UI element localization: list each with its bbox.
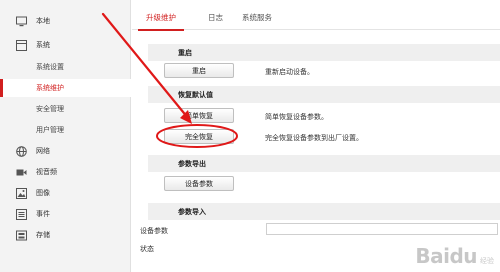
- sidebar-subitem-system-maintenance[interactable]: 系统维护: [0, 79, 131, 97]
- sidebar-subitem-label: 安全管理: [36, 105, 64, 113]
- sidebar: 本地 系统 系统设置 系统维护 安全管理 用户管理 网络 视音频 图像 事件 存…: [0, 0, 131, 272]
- watermark-text: Baidu: [415, 244, 477, 268]
- sidebar-item-label: 本地: [36, 17, 50, 25]
- monitor-icon: [16, 16, 27, 27]
- sidebar-item-label: 事件: [36, 210, 50, 218]
- watermark-sub: 经验: [480, 257, 494, 265]
- sidebar-item-storage[interactable]: 存储: [0, 226, 131, 244]
- import-status-label: 状态: [140, 245, 154, 253]
- tab-upgrade-maintenance[interactable]: 升级维护: [138, 12, 184, 31]
- sidebar-item-label: 系统: [36, 41, 50, 49]
- video-audio-icon: [16, 167, 27, 178]
- full-restore-button[interactable]: 完全恢复: [164, 129, 234, 144]
- section-import-title: 参数导入: [148, 203, 500, 220]
- import-file-input[interactable]: [266, 223, 498, 235]
- sidebar-item-local[interactable]: 本地: [0, 12, 131, 30]
- sidebar-subitem-user-management[interactable]: 用户管理: [0, 121, 131, 139]
- sidebar-subitem-label: 用户管理: [36, 126, 64, 134]
- sidebar-item-image[interactable]: 图像: [0, 184, 131, 202]
- tab-bar: 升级维护 日志 系统服务: [132, 8, 500, 31]
- full-restore-description: 完全恢复设备参数到出厂设置。: [265, 134, 363, 142]
- sidebar-item-label: 图像: [36, 189, 50, 197]
- sidebar-subitem-label: 系统维护: [36, 84, 64, 92]
- sidebar-item-label: 网络: [36, 147, 50, 155]
- import-device-params-label: 设备参数: [140, 227, 168, 235]
- sidebar-subitem-security-management[interactable]: 安全管理: [0, 100, 131, 118]
- simple-restore-description: 简单恢复设备参数。: [265, 113, 328, 121]
- tab-system-service[interactable]: 系统服务: [242, 12, 272, 30]
- event-icon: [16, 208, 27, 220]
- globe-icon: [16, 145, 27, 157]
- baidu-watermark: Baidu 经验: [415, 244, 494, 268]
- section-restore-title: 恢复默认值: [148, 86, 500, 103]
- section-export-title: 参数导出: [148, 155, 500, 172]
- sidebar-item-event[interactable]: 事件: [0, 205, 131, 223]
- simple-restore-button[interactable]: 简单恢复: [164, 108, 234, 123]
- section-reboot-title: 重启: [148, 44, 500, 61]
- sidebar-item-label: 视音频: [36, 168, 57, 176]
- storage-icon: [16, 230, 27, 241]
- sidebar-item-video-audio[interactable]: 视音频: [0, 163, 131, 181]
- export-device-params-button[interactable]: 设备参数: [164, 176, 234, 191]
- system-icon: [16, 39, 27, 51]
- sidebar-item-network[interactable]: 网络: [0, 142, 131, 160]
- sidebar-item-system[interactable]: 系统: [0, 36, 131, 54]
- maintenance-panel: 重启 重启 重新启动设备。 恢复默认值 简单恢复 简单恢复设备参数。 完全恢复 …: [140, 38, 500, 272]
- sidebar-subitem-label: 系统设置: [36, 63, 64, 71]
- sidebar-subitem-system-settings[interactable]: 系统设置: [0, 58, 131, 76]
- image-icon: [16, 187, 27, 199]
- sidebar-item-label: 存储: [36, 231, 50, 239]
- reboot-description: 重新启动设备。: [265, 68, 314, 76]
- reboot-button[interactable]: 重启: [164, 63, 234, 78]
- tab-log[interactable]: 日志: [208, 12, 223, 30]
